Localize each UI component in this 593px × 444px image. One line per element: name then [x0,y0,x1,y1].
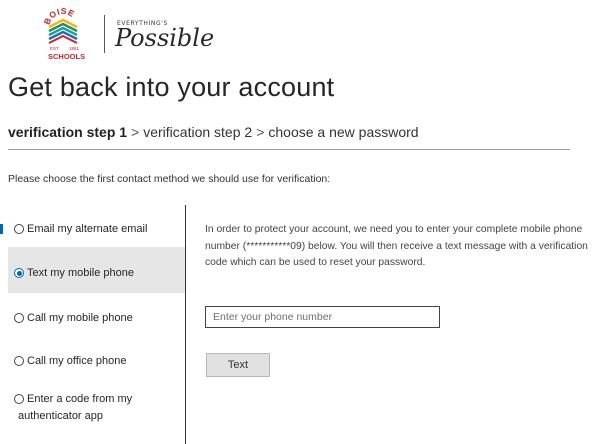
page-title: Get back into your account [8,72,335,102]
panel-divider [185,205,186,444]
verification-panel: In order to protect your account, we nee… [205,222,590,377]
option-label-line-1: Enter a code from my [27,393,133,405]
option-email-alternate[interactable]: Email my alternate email [14,223,186,235]
radio-button-icon[interactable] [14,356,24,366]
breadcrumb-step-3: choose a new password [268,124,419,140]
breadcrumb-separator: > [131,124,140,140]
boise-schools-logo: BOISE EST 1881 SCHOOLS [40,6,100,62]
breadcrumb-step-2: verification step 2 [143,124,253,140]
option-label: Email my alternate email [27,223,148,235]
option-call-office[interactable]: Call my office phone [14,355,186,367]
radio-button-icon[interactable] [14,224,24,234]
breadcrumb-separator: > [256,124,265,140]
breadcrumb-divider [8,149,570,150]
logo-divider [104,15,105,53]
option-label-line-2: authenticator app [18,410,104,422]
header: BOISE EST 1881 SCHOOLS EVERYTHING'S Poss… [40,6,215,62]
option-label: Enter a code from my authenticator app [18,391,133,425]
option-label: Call my office phone [27,355,127,367]
breadcrumb-step-1: verification step 1 [8,124,128,140]
radio-button-icon[interactable] [14,394,24,404]
radio-button-icon[interactable] [14,313,24,323]
option-call-mobile[interactable]: Call my mobile phone [14,312,186,324]
breadcrumb: verification step 1 > verification step 2 >… [8,124,419,140]
option-text-mobile[interactable]: Text my mobile phone [8,247,186,293]
tagline-script: Possible [115,23,215,52]
tagline: EVERYTHING'S Possible [115,20,215,52]
option-label: Text my mobile phone [27,267,134,279]
logo-year: 1881 [69,46,80,51]
instruction-text: Please choose the first contact method w… [8,173,331,185]
logo-emblem-icon: BOISE EST 1881 SCHOOLS [42,6,85,61]
verification-description: In order to protect your account, we nee… [205,224,588,268]
selection-accent-bar [0,224,3,234]
radio-button-selected-icon[interactable] [14,268,24,278]
logo-word-bottom: SCHOOLS [48,52,85,61]
logo-est: EST [50,46,59,51]
send-text-button[interactable]: Text [206,353,270,377]
phone-number-input[interactable] [205,306,440,328]
option-label: Call my mobile phone [27,312,133,324]
option-authenticator-app[interactable]: Enter a code from my authenticator app [8,391,186,425]
